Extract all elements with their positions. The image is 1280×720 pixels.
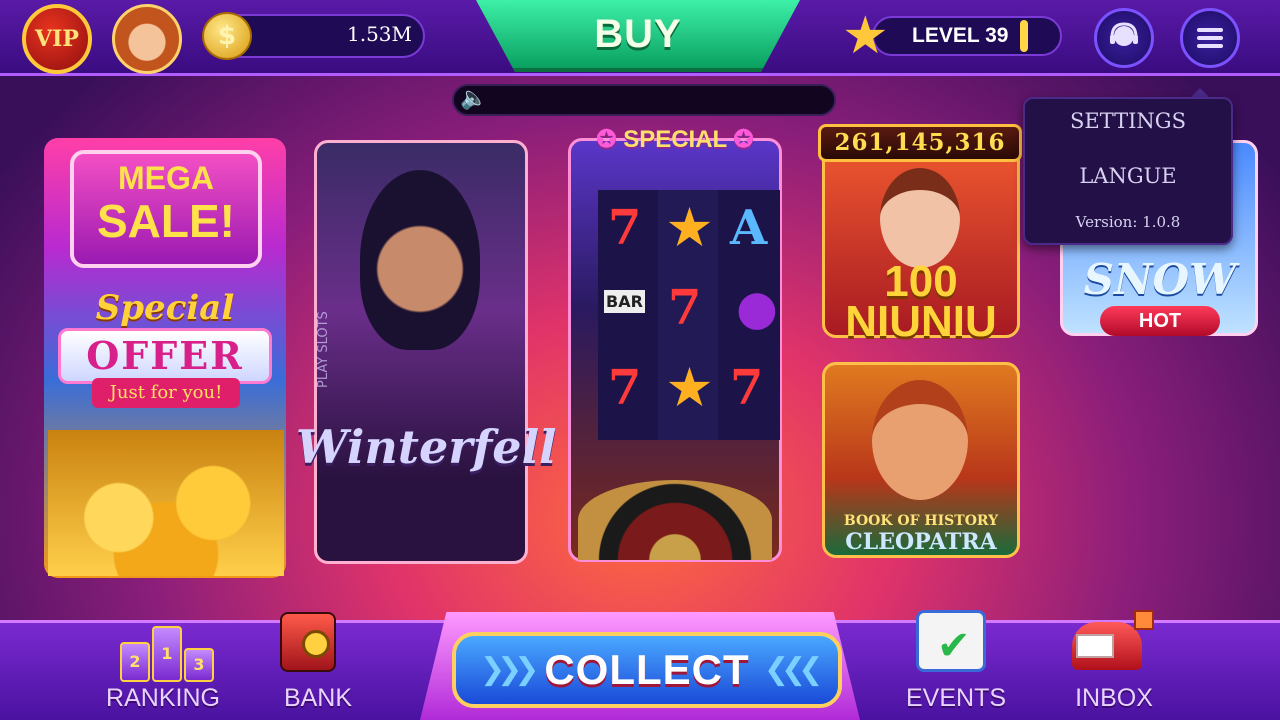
level-label: LEVEL 39 bbox=[912, 24, 1009, 47]
reel-symbol: 7 bbox=[730, 360, 764, 416]
mailbox-flag bbox=[1134, 610, 1154, 630]
checkmark-icon: ✔ bbox=[937, 623, 971, 669]
reel-symbol: 7 bbox=[608, 360, 642, 416]
reel-symbol: A bbox=[730, 200, 768, 256]
buy-button[interactable]: BUY bbox=[476, 0, 800, 72]
coin-icon: $ bbox=[202, 12, 252, 60]
events-calendar-icon[interactable]: ✔ bbox=[912, 600, 992, 678]
niuniu-title: 100 NIUNIU bbox=[826, 257, 1016, 346]
reel-symbol: 7 bbox=[668, 280, 702, 336]
chevron-right-icon: ❯❯❯ bbox=[480, 652, 539, 687]
reel-symbol: ★ bbox=[668, 200, 712, 256]
chevron-left-icon: ❮❮❮ bbox=[764, 652, 823, 687]
reel-symbol: BAR bbox=[604, 290, 645, 313]
safe-dial bbox=[302, 630, 330, 658]
safe-body bbox=[280, 612, 336, 672]
mega-sale-plate: MEGA SALE! bbox=[70, 150, 262, 268]
cleopatra-character-image bbox=[872, 380, 968, 500]
just-for-you-label: Just for you! bbox=[92, 378, 240, 408]
niuniu-title-bottom: NIUNIU bbox=[845, 297, 997, 346]
cleopatra-title: BOOK OF HISTORY CLEOPATRA bbox=[826, 512, 1016, 554]
podium-second: 2 bbox=[120, 642, 150, 682]
vip-badge[interactable]: VIP bbox=[22, 4, 92, 74]
nav-events[interactable]: EVENTS bbox=[896, 684, 1016, 713]
podium-third: 3 bbox=[184, 648, 214, 682]
support-button[interactable] bbox=[1094, 8, 1154, 68]
niuniu-character-image bbox=[880, 168, 960, 268]
hot-badge: HOT bbox=[1100, 306, 1220, 336]
support-icon bbox=[1110, 22, 1138, 46]
volume-slider[interactable] bbox=[452, 84, 836, 116]
star-icon: ✪ bbox=[596, 126, 624, 153]
star-icon: ✪ bbox=[726, 126, 754, 153]
cleopatra-subtitle: BOOK OF HISTORY bbox=[843, 513, 999, 529]
special-banner: ✪ SPECIAL ✪ bbox=[590, 120, 760, 160]
hamburger-menu-icon bbox=[1197, 24, 1223, 52]
level-progress-bar bbox=[1020, 20, 1028, 52]
bank-safe-icon[interactable] bbox=[270, 612, 356, 682]
winterfell-character-image bbox=[360, 170, 480, 350]
special-label: SPECIAL bbox=[623, 126, 727, 153]
nav-inbox[interactable]: INBOX bbox=[1056, 684, 1172, 713]
reel-symbol: ★ bbox=[668, 360, 712, 416]
volume-icon[interactable]: 🔈 bbox=[460, 86, 487, 111]
mega-sale-line2: SALE! bbox=[97, 195, 235, 247]
version-label: Version: 1.0.8 bbox=[1075, 213, 1181, 231]
nav-bank[interactable]: BANK bbox=[258, 684, 378, 713]
cleopatra-title-text: CLEOPATRA bbox=[845, 529, 997, 555]
vip-label: VIP bbox=[35, 26, 79, 52]
snow-title: SNOW bbox=[1083, 255, 1237, 304]
coin-symbol: $ bbox=[217, 21, 237, 51]
envelope-icon bbox=[1076, 634, 1114, 658]
winterfell-title: Winterfell bbox=[296, 420, 557, 474]
play-slots-side-label: PLAY SLOTS bbox=[316, 311, 331, 388]
settings-dropdown: SETTINGS LANGUE Version: 1.0.8 bbox=[1023, 97, 1233, 245]
menu-item-settings[interactable]: SETTINGS bbox=[1025, 109, 1231, 133]
special-offer-heading: Special bbox=[95, 288, 235, 328]
offer-label: OFFER bbox=[58, 328, 272, 384]
reel-symbol: 7 bbox=[608, 200, 642, 256]
star-icon: ★ bbox=[842, 6, 889, 66]
coin-balance: 1.53M bbox=[346, 22, 412, 46]
menu-button[interactable] bbox=[1180, 8, 1240, 68]
menu-item-language[interactable]: LANGUE bbox=[1025, 164, 1231, 188]
inbox-mailbox-icon[interactable] bbox=[1068, 606, 1164, 680]
podium-first: 1 bbox=[152, 626, 182, 682]
nav-ranking[interactable]: RANKING bbox=[96, 684, 230, 713]
calendar-body: ✔ bbox=[916, 610, 986, 672]
jackpot-counter: 261,145,316 bbox=[818, 124, 1022, 162]
slot-reels: 7 ★ A BAR 7 ● 7 ★ 7 bbox=[598, 190, 780, 440]
roulette-wheel-image bbox=[578, 480, 772, 560]
avatar[interactable] bbox=[112, 4, 182, 74]
reel-symbol: ● bbox=[736, 280, 778, 336]
ranking-podium-icon[interactable]: 2 1 3 bbox=[120, 612, 216, 682]
niuniu-title-top: 100 bbox=[884, 257, 958, 306]
mega-sale-line1: MEGA bbox=[118, 160, 214, 196]
coin-pile-image bbox=[48, 430, 284, 576]
